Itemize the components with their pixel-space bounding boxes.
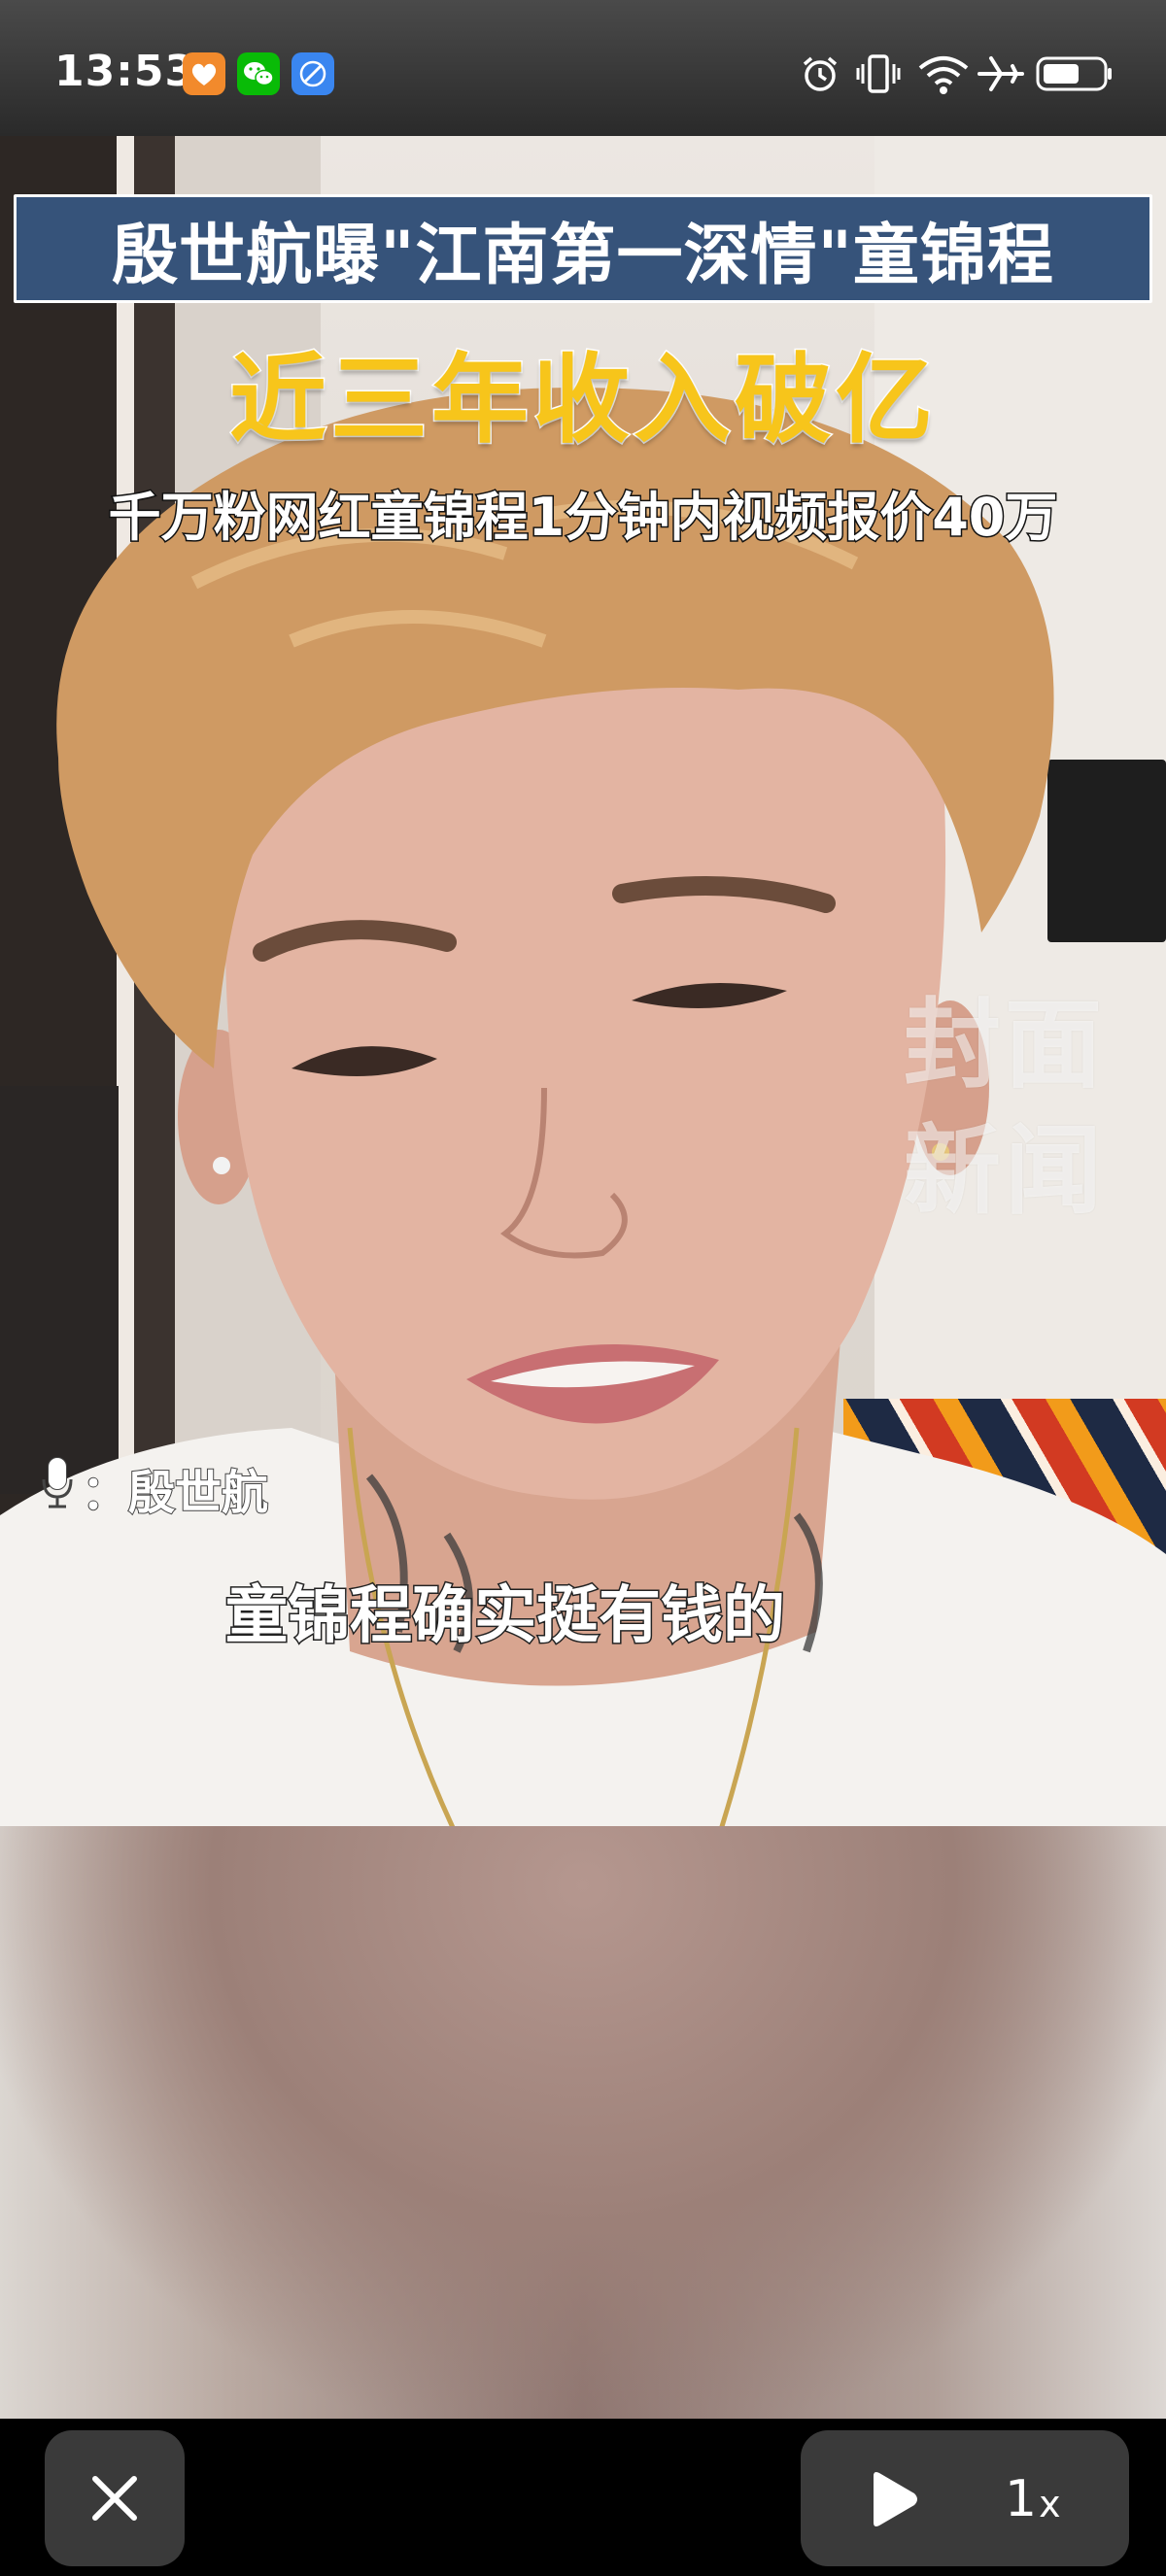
airplane-mode-icon [977, 51, 1024, 97]
status-bar: 13:53 [0, 0, 1166, 136]
close-button[interactable] [45, 2430, 185, 2566]
info-line: 千万粉网红童锦程1分钟内视频报价40万 [107, 486, 1059, 550]
playback-controls: 1 x [801, 2430, 1129, 2566]
close-icon [92, 2476, 137, 2521]
browser-icon [292, 52, 334, 95]
video-frame[interactable]: 封面 新闻 殷世航曝"江南第一深情"童锦程 近三年收入破亿 千万粉网红童锦程1分… [0, 136, 1166, 1826]
status-time: 13:53 [54, 47, 196, 96]
alarm-icon [799, 51, 841, 97]
screen: 13:53 封面 新闻 殷世航曝"江南第一深情"童锦程 近三年收入破亿 千万粉网… [0, 0, 1166, 2576]
speaker-name: ：殷世航 [81, 1465, 269, 1521]
sub-headline: 近三年收入破亿 [228, 342, 937, 458]
blurred-background [0, 1826, 1166, 2419]
speaker-label: ：殷世航 [41, 1449, 269, 1527]
subtitle-caption: 童锦程确实挺有钱的 [224, 1579, 787, 1654]
wifi-icon [917, 51, 970, 97]
play-icon [874, 2472, 917, 2526]
play-button[interactable] [859, 2465, 927, 2533]
control-bar: 1 x [0, 2419, 1166, 2576]
microphone-icon [41, 1456, 74, 1520]
headline-banner: 殷世航曝"江南第一深情"童锦程 [14, 194, 1152, 303]
playback-speed-button[interactable]: 1 x [1005, 2465, 1061, 2533]
vibrate-icon [855, 51, 902, 97]
wechat-icon [237, 52, 280, 95]
speed-value: 1 [1005, 2470, 1038, 2528]
heart-app-icon [183, 52, 225, 95]
battery-icon [1036, 51, 1114, 97]
watermark-logo: 封面 新闻 [904, 987, 1106, 1228]
headline-text: 殷世航曝"江南第一深情"童锦程 [112, 217, 1054, 294]
speed-unit: x [1039, 2483, 1061, 2525]
